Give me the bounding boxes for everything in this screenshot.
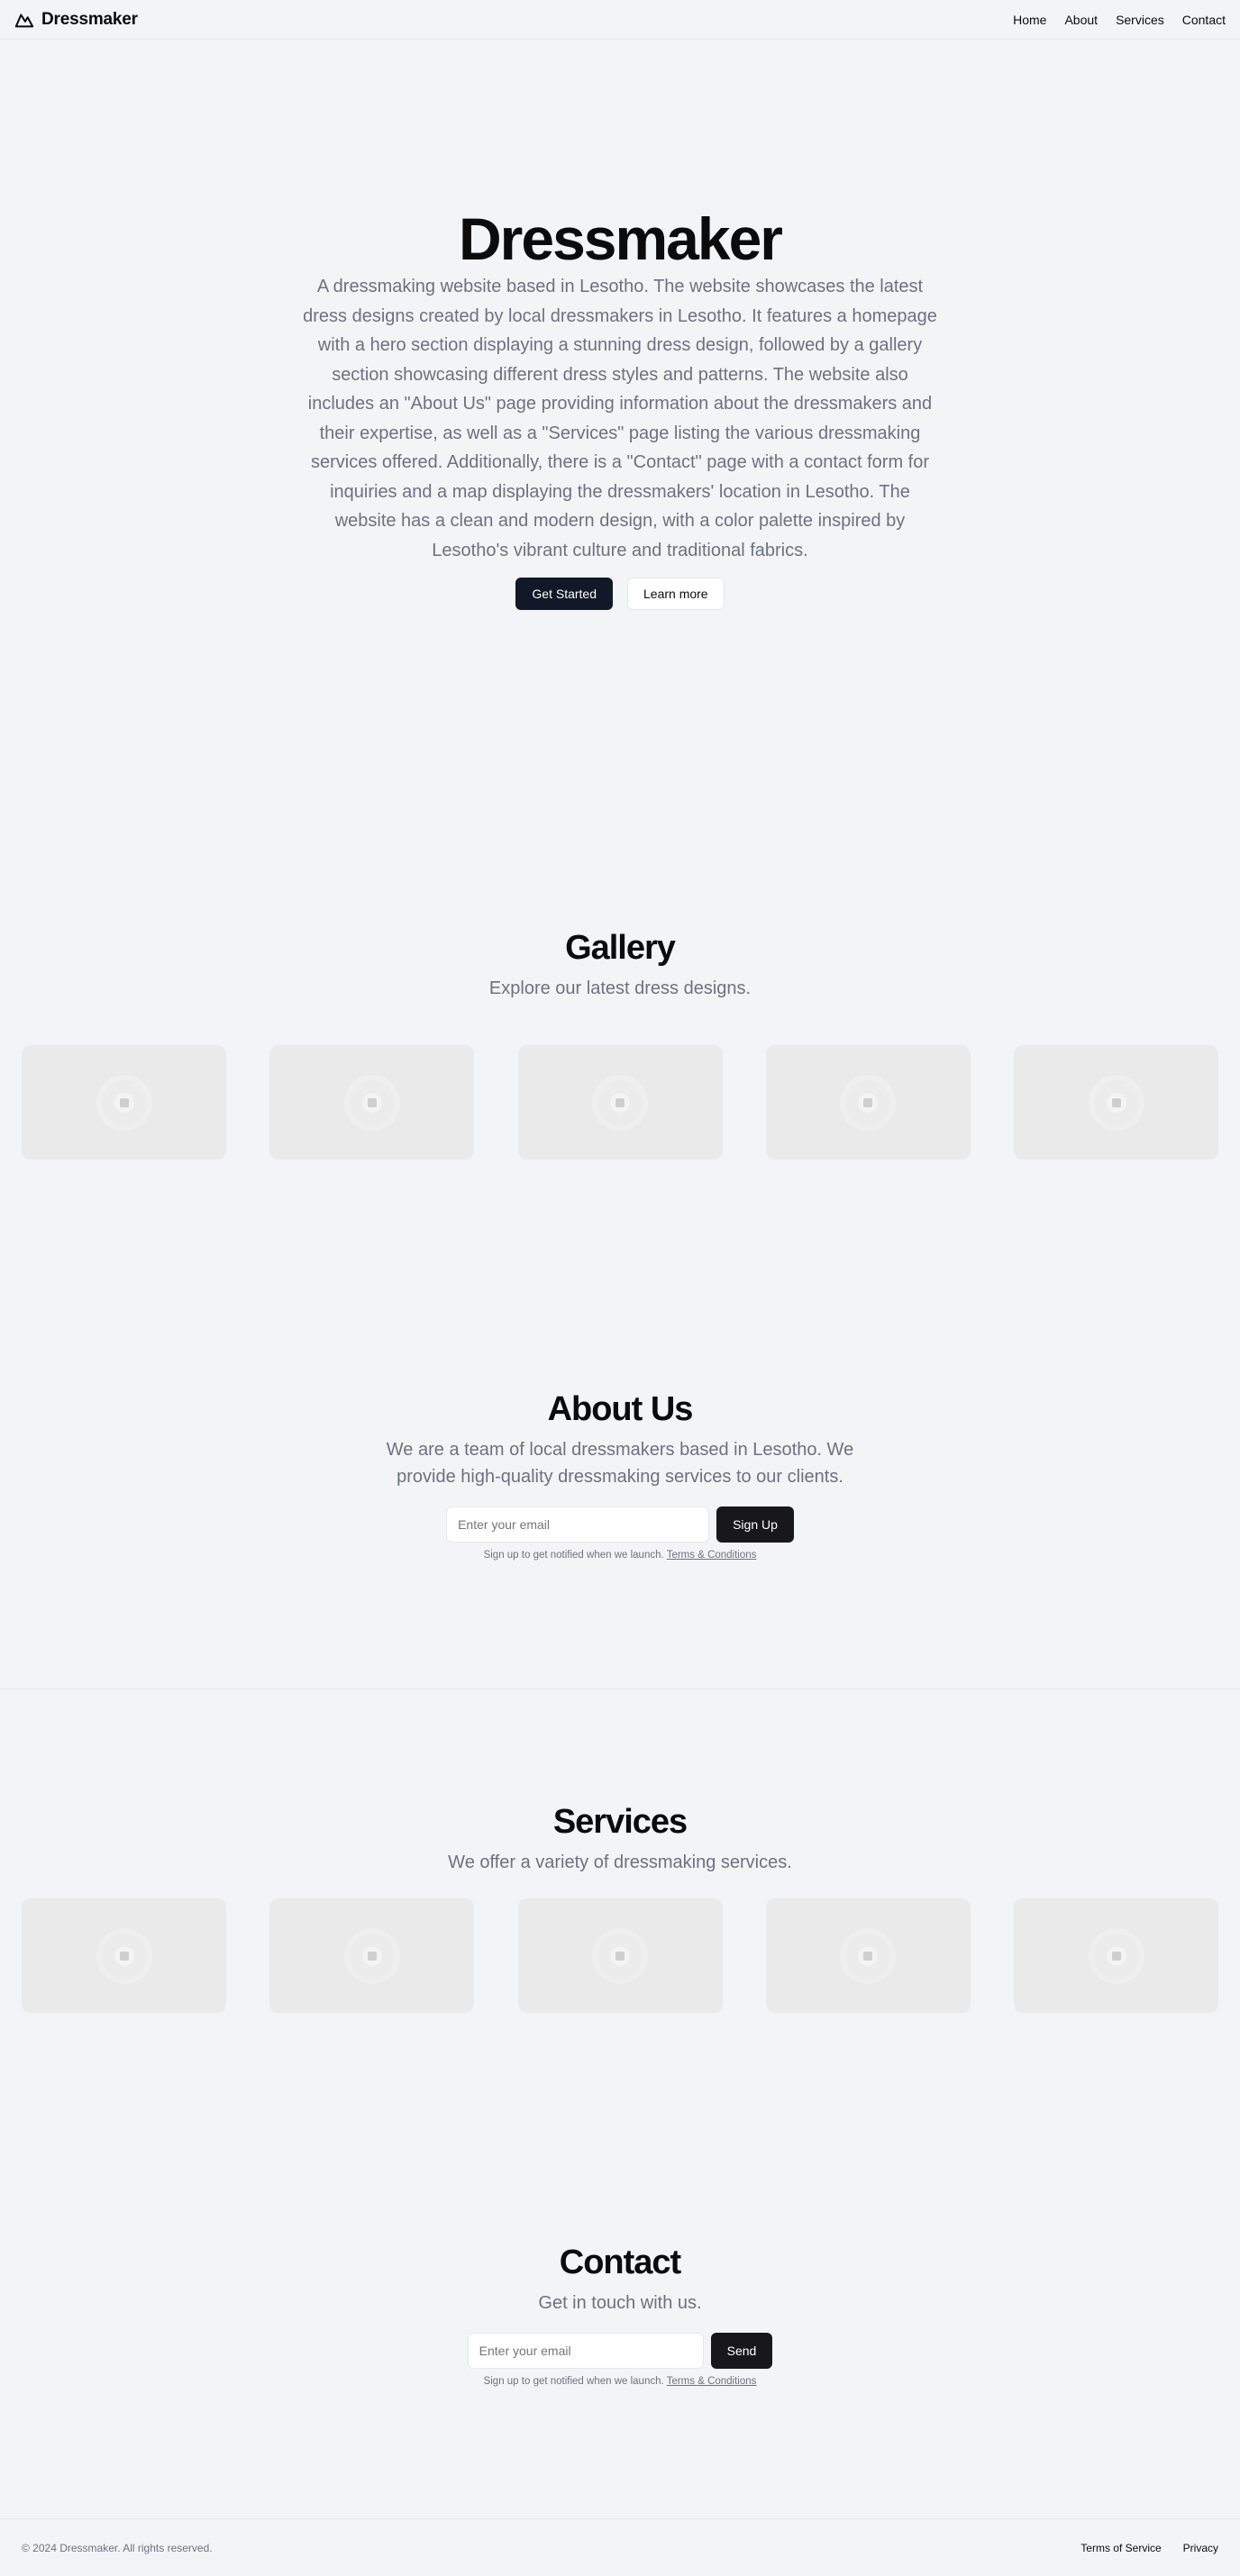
hero-section: Dressmaker A dressmaking website based i… [0, 207, 1240, 610]
contact-section: Contact Get in touch with us. Send Sign … [0, 2243, 1240, 2387]
image-placeholder-icon [597, 1079, 643, 1125]
service-card[interactable] [269, 1898, 475, 2013]
page: Dressmaker Home About Services Contact D… [0, 0, 1240, 2576]
about-email-input[interactable] [446, 1506, 710, 1543]
hero-title: Dressmaker [459, 205, 783, 272]
image-placeholder-icon [845, 1079, 891, 1125]
about-signup-form: Sign Up [446, 1506, 794, 1543]
learn-more-button[interactable]: Learn more [627, 578, 725, 610]
contact-subtitle: Get in touch with us. [538, 2293, 702, 2313]
nav-services[interactable]: Services [1116, 13, 1164, 27]
about-terms-link[interactable]: Terms & Conditions [667, 1550, 757, 1561]
site-header: Dressmaker Home About Services Contact [0, 0, 1240, 40]
mountain-icon [14, 13, 34, 27]
image-placeholder-icon [101, 1933, 147, 1979]
get-started-button[interactable]: Get Started [515, 578, 613, 610]
nav-about[interactable]: About [1064, 13, 1098, 27]
service-card[interactable] [22, 1898, 226, 2013]
nav-home[interactable]: Home [1013, 13, 1046, 27]
about-section: About Us We are a team of local dressmak… [0, 1389, 1240, 1561]
brand-name: Dressmaker [41, 9, 138, 29]
gallery-subtitle: Explore our latest dress designs. [488, 979, 752, 998]
contact-form: Send [467, 2333, 773, 2369]
footer-nav: Terms of Service Privacy [1080, 2542, 1218, 2554]
contact-fine-print: Sign up to get notified when we launch. … [484, 2376, 757, 2387]
services-title: Services [552, 1803, 688, 1841]
service-card[interactable] [1014, 1898, 1218, 2013]
image-placeholder-icon [101, 1079, 147, 1125]
contact-email-input[interactable] [467, 2333, 704, 2369]
gallery-cards [22, 1045, 1218, 1160]
about-title: About Us [547, 1390, 694, 1428]
about-subtitle: We are a team of local dressmakers based… [386, 1440, 854, 1487]
gallery-card[interactable] [1014, 1045, 1218, 1160]
sign-up-button[interactable]: Sign Up [716, 1506, 794, 1543]
service-card[interactable] [517, 1898, 723, 2013]
image-placeholder-icon [349, 1079, 395, 1125]
nav-contact[interactable]: Contact [1182, 13, 1226, 27]
gallery-card[interactable] [765, 1045, 971, 1160]
hero-actions: Get Started Learn more [515, 578, 725, 610]
services-cards [22, 1898, 1218, 2013]
gallery-card[interactable] [22, 1045, 226, 1160]
image-placeholder-icon [845, 1933, 891, 1979]
services-section: Services We offer a variety of dressmaki… [0, 1802, 1240, 1876]
gallery-card[interactable] [269, 1045, 475, 1160]
contact-title: Contact [559, 2244, 681, 2281]
image-placeholder-icon [1093, 1079, 1139, 1125]
gallery-title: Gallery [565, 929, 676, 967]
service-card[interactable] [765, 1898, 971, 2013]
image-placeholder-icon [597, 1933, 643, 1979]
main-nav: Home About Services Contact [1013, 13, 1226, 27]
send-button[interactable]: Send [710, 2333, 773, 2369]
image-placeholder-icon [1093, 1933, 1139, 1979]
about-fine-print: Sign up to get notified when we launch. … [484, 1550, 757, 1561]
hero-description: A dressmaking website based in Lesotho. … [303, 277, 937, 560]
image-placeholder-icon [349, 1933, 395, 1979]
about-fine-print-text: Sign up to get notified when we launch. [483, 1550, 664, 1561]
site-footer: © 2024 Dressmaker. All rights reserved. … [0, 2518, 1240, 2576]
privacy-link[interactable]: Privacy [1183, 2542, 1218, 2554]
gallery-card[interactable] [517, 1045, 723, 1160]
brand-link[interactable]: Dressmaker [14, 10, 138, 30]
gallery-section: Gallery Explore our latest dress designs… [0, 928, 1240, 1002]
copyright-text: © 2024 Dressmaker. All rights reserved. [22, 2541, 213, 2554]
services-subtitle: We offer a variety of dressmaking servic… [448, 1852, 792, 1872]
contact-terms-link[interactable]: Terms & Conditions [667, 2376, 757, 2387]
contact-fine-print-text: Sign up to get notified when we launch. [483, 2376, 664, 2387]
terms-of-service-link[interactable]: Terms of Service [1080, 2542, 1161, 2554]
